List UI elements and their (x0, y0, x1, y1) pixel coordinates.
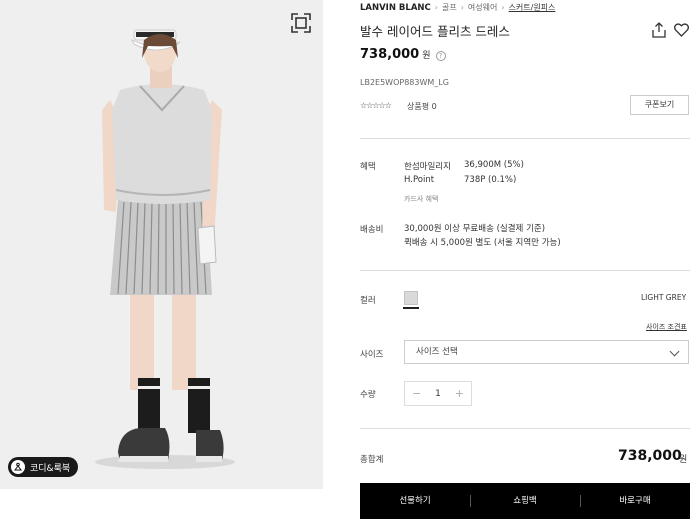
chevron-right-icon: › (460, 3, 464, 12)
size-guide-link[interactable]: 사이즈 조견표 (646, 322, 687, 332)
coupon-button[interactable]: 쿠폰보기 (630, 95, 689, 115)
divider (360, 138, 690, 139)
gift-button[interactable]: 선물하기 (360, 483, 470, 519)
total-unit: 원 (679, 455, 688, 465)
mileage-name: 한섬마일리지 (404, 162, 451, 172)
plus-button[interactable]: + (455, 387, 464, 400)
shipping-label: 배송비 (360, 225, 384, 235)
product-image-area: 코디&룩북 (0, 0, 323, 489)
hpoint-name: H.Point (404, 175, 435, 185)
chevron-right-icon: › (434, 3, 438, 12)
minus-button[interactable]: − (412, 387, 421, 400)
price-unit: 원 (422, 51, 431, 61)
product-info-panel: LANVIN BLANC › 골프 › 여성웨어 › 스커트/원피스 발수 레이… (360, 0, 690, 528)
price-row: 738,000 원 ? (360, 47, 446, 62)
color-swatch[interactable] (404, 291, 418, 305)
coordi-lookbook-button[interactable]: 코디&룩북 (8, 457, 79, 477)
product-code: LB2E5WOP883WM_LG (360, 78, 449, 87)
product-price: 738,000 (360, 47, 420, 62)
size-select-value: 사이즈 선택 (416, 347, 458, 357)
chevron-right-icon: › (501, 3, 505, 12)
quantity-stepper: − 1 + (404, 381, 472, 406)
swatch-selected-indicator (403, 307, 419, 309)
divider (360, 428, 690, 429)
breadcrumb-item-womens[interactable]: 여성웨어 (468, 2, 497, 13)
hanger-icon (11, 460, 25, 474)
expand-icon[interactable] (290, 12, 312, 34)
mileage-value: 36,900M (5%) (464, 160, 524, 170)
review-count[interactable]: 상품평 0 (407, 101, 437, 112)
coordi-lookbook-label: 코디&룩북 (30, 463, 71, 474)
breadcrumb-item-skirt-dress[interactable]: 스커트/원피스 (509, 2, 556, 13)
chevron-down-icon (669, 346, 680, 357)
breadcrumb: LANVIN BLANC › 골프 › 여성웨어 › 스커트/원피스 (360, 2, 555, 13)
benefit-label: 혜택 (360, 162, 376, 172)
size-label: 사이즈 (360, 350, 384, 360)
divider (360, 270, 690, 271)
shipping-line-1: 30,000원 이상 무료배송 (실결제 기준) (404, 224, 546, 234)
total-price: 738,000 (618, 448, 682, 464)
heart-icon[interactable] (674, 23, 689, 37)
card-benefit-link[interactable]: 카드사 혜택 (404, 194, 438, 204)
color-label: 컬러 (360, 296, 376, 306)
total-label: 총합계 (360, 455, 384, 465)
product-title: 발수 레이어드 플리츠 드레스 (360, 24, 510, 39)
shopping-bag-button[interactable]: 쇼핑백 (470, 483, 580, 519)
quantity-label: 수량 (360, 390, 376, 400)
breadcrumb-item-golf[interactable]: 골프 (442, 2, 457, 13)
breadcrumb-brand[interactable]: LANVIN BLANC (360, 3, 431, 13)
product-photo (0, 0, 323, 489)
action-bar: 선물하기 쇼핑백 바로구매 (360, 483, 690, 519)
info-icon[interactable]: ? (435, 51, 446, 61)
quantity-value[interactable]: 1 (435, 389, 441, 399)
rating-stars: ☆☆☆☆☆ (360, 101, 392, 110)
size-select[interactable]: 사이즈 선택 (404, 340, 689, 364)
buy-now-button[interactable]: 바로구매 (580, 483, 690, 519)
shipping-line-2: 퀵배송 시 5,000원 별도 (서울 지역만 가능) (404, 238, 561, 248)
color-name: LIGHT GREY (641, 293, 687, 302)
hpoint-value: 738P (0.1%) (464, 175, 517, 185)
share-icon[interactable] (652, 22, 666, 38)
